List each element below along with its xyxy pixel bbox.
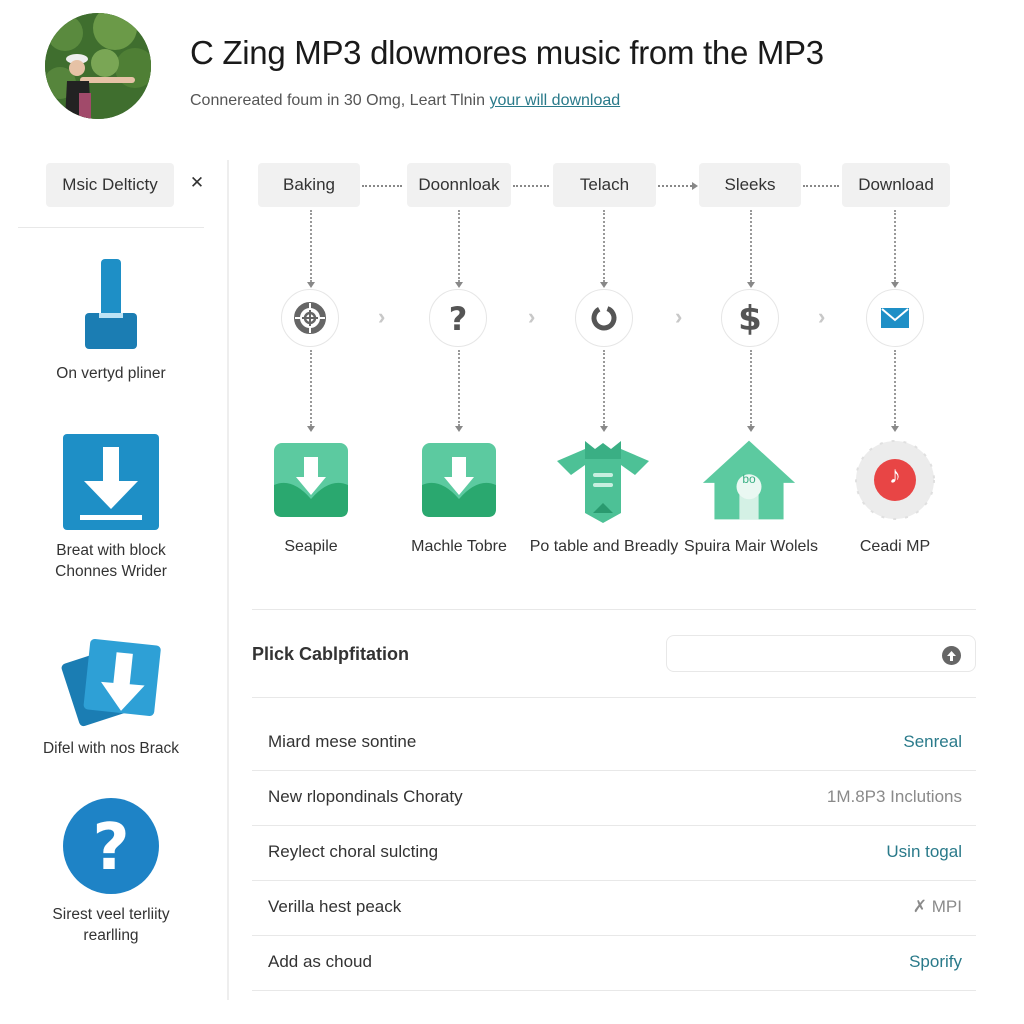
download-stack-icon <box>61 630 161 730</box>
search-input[interactable] <box>677 642 927 666</box>
app-label: Ceadi MP <box>859 538 931 555</box>
connector-down <box>747 350 755 432</box>
connector-down <box>600 210 608 288</box>
dollar-icon[interactable]: $ <box>721 289 779 347</box>
app-label: Seapile <box>284 538 338 555</box>
music-note-glyph: ♪ <box>889 462 901 489</box>
connector-down <box>455 350 463 432</box>
sidebar-item-brack[interactable]: Difel with nos Brack <box>18 630 204 759</box>
step-baking[interactable]: Baking <box>258 163 360 207</box>
pin-icon <box>61 255 161 355</box>
sidebar-item-block[interactable]: Breat with block Chonnes Wrider <box>18 432 204 582</box>
settings-row[interactable]: New rlopondinals Choraty 1M.8P3 Inclutio… <box>252 771 976 826</box>
step-doonnloak[interactable]: Doonnloak <box>407 163 511 207</box>
help-circle-icon: ? <box>61 796 161 896</box>
search-field[interactable] <box>666 635 976 672</box>
connector <box>362 185 402 187</box>
chevron-right-icon: › <box>818 304 826 329</box>
subtitle: Connereated foum in 30 Omg, Leart Tlnin … <box>190 92 620 110</box>
sidebar-divider <box>18 227 204 228</box>
app-label: Po table and Breadly <box>529 538 679 555</box>
green-download-app-icon[interactable] <box>411 432 507 528</box>
connector-down <box>891 350 899 432</box>
step-download[interactable]: Download <box>842 163 950 207</box>
house-badge: bo <box>742 472 756 486</box>
target-icon[interactable] <box>281 289 339 347</box>
green-banner-app-icon[interactable] <box>555 432 651 528</box>
row-name: Reylect choral sulcting <box>268 842 439 861</box>
sidebar-divider-vertical <box>227 160 229 1000</box>
sidebar-item-pliner[interactable]: On vertyd pliner <box>18 255 204 384</box>
row-value[interactable]: Senreal <box>903 732 962 752</box>
section-divider <box>252 697 976 698</box>
red-music-note-icon[interactable]: ♪ <box>847 432 943 528</box>
connector <box>513 185 549 187</box>
row-value[interactable]: Usin togal <box>886 842 962 862</box>
step-telach[interactable]: Telach <box>553 163 656 207</box>
connector-down <box>455 210 463 288</box>
green-download-app-icon[interactable] <box>263 432 359 528</box>
avatar-photo <box>45 13 151 119</box>
sidebar-item-label: Difel with nos Brack <box>42 740 180 757</box>
app-label: Spuira Mair Wolels <box>684 538 818 555</box>
connector <box>803 185 839 187</box>
connector-down <box>307 210 315 288</box>
connector-down <box>891 210 899 288</box>
row-value[interactable]: Sporify <box>909 952 962 972</box>
chevron-right-icon: › <box>378 304 386 329</box>
row-name: Miard mese sontine <box>268 732 417 751</box>
green-house-app-icon[interactable]: bo <box>701 432 797 528</box>
section-title: Plick Cablpfitation <box>252 644 410 664</box>
step-sleeks[interactable]: Sleeks <box>699 163 801 207</box>
section-divider <box>252 609 976 610</box>
download-link[interactable]: your will download <box>489 92 620 109</box>
connector-down <box>747 210 755 288</box>
connector-arrow <box>658 182 698 190</box>
page-title: C Zing MP3 dlowmores music from the MP3 <box>190 34 824 71</box>
chevron-right-icon: › <box>675 304 683 329</box>
sidebar-item-rearlling[interactable]: ? Sirest veel terliity rearlling <box>18 796 204 946</box>
sidebar-item-label: Breat with block Chonnes Wrider <box>55 542 167 580</box>
settings-row[interactable]: Miard mese sontine Senreal <box>252 716 976 771</box>
row-name: Verilla hest peack <box>268 897 402 916</box>
connector-down <box>307 350 315 432</box>
chevron-right-icon: › <box>528 304 536 329</box>
row-value: ✗ MPI <box>912 897 962 916</box>
settings-row[interactable]: Reylect choral sulcting Usin togal <box>252 826 976 881</box>
settings-row[interactable]: Verilla hest peack ✗ MPI <box>252 881 976 936</box>
avatar[interactable] <box>45 13 151 119</box>
loading-ring-icon[interactable] <box>575 289 633 347</box>
sidebar-tab[interactable]: Msic Delticty <box>46 163 174 207</box>
row-value: 1M.8P3 Inclutions <box>826 787 962 806</box>
sidebar-item-label: Sirest veel terliity rearlling <box>52 906 170 944</box>
settings-row[interactable]: Add as choud Sporify <box>252 936 976 991</box>
search-submit-icon[interactable] <box>942 646 961 665</box>
app-label: Machle Tobre <box>411 538 507 555</box>
question-icon[interactable]: ? <box>429 289 487 347</box>
close-icon[interactable]: ✕ <box>186 172 208 194</box>
sidebar: Msic Delticty ✕ On vertyd pliner Breat w… <box>18 160 208 1000</box>
download-box-icon <box>61 432 161 532</box>
sidebar-item-label: On vertyd pliner <box>56 365 166 382</box>
subtitle-text: Connereated foum in 30 Omg, Leart Tlnin <box>190 92 490 109</box>
mail-icon[interactable] <box>866 289 924 347</box>
connector-down <box>600 350 608 432</box>
svg-text:?: ? <box>92 811 129 885</box>
svg-text:$: $ <box>738 300 762 336</box>
row-name: New rlopondinals Choraty <box>268 787 463 806</box>
svg-text:?: ? <box>449 301 468 335</box>
row-name: Add as choud <box>268 952 372 971</box>
